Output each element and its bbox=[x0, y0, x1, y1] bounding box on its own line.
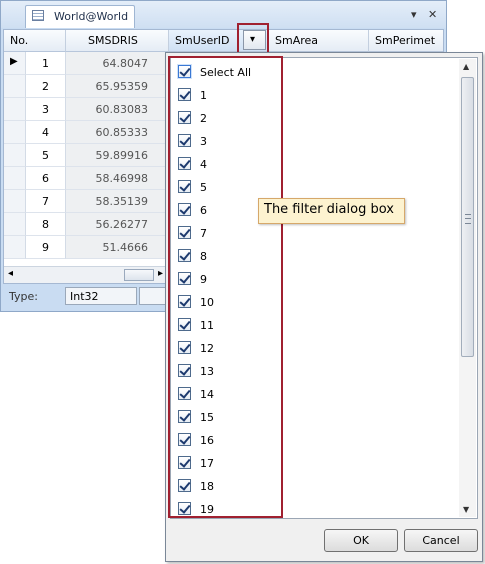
column-header-label: SmArea bbox=[275, 34, 319, 47]
cell-no[interactable]: 9 bbox=[26, 236, 66, 259]
cell-no[interactable]: 5 bbox=[26, 144, 66, 167]
scroll-down-icon[interactable]: ▼ bbox=[463, 505, 469, 514]
current-row-arrow-icon: ▶ bbox=[10, 56, 18, 67]
cell-smsdris[interactable]: 59.89916 bbox=[66, 144, 169, 167]
vertical-scroll-thumb[interactable] bbox=[461, 77, 474, 357]
filter-list-highlight bbox=[168, 56, 283, 518]
cancel-button[interactable]: Cancel bbox=[404, 529, 478, 552]
document-tab-world[interactable]: World@World bbox=[25, 5, 135, 28]
cell-smsdris[interactable]: 56.26277 bbox=[66, 213, 169, 236]
cell-smsdris[interactable]: 58.35139 bbox=[66, 190, 169, 213]
cell-smsdris[interactable]: 60.83083 bbox=[66, 98, 169, 121]
row-header[interactable] bbox=[4, 236, 26, 259]
vertical-scrollbar[interactable]: ▲ ▼ bbox=[459, 59, 476, 517]
cell-no[interactable]: 4 bbox=[26, 121, 66, 144]
cell-no[interactable]: 7 bbox=[26, 190, 66, 213]
close-icon[interactable]: ✕ bbox=[428, 8, 437, 21]
column-header-smsdris[interactable]: SMSDRIS bbox=[66, 30, 169, 52]
column-header-label: SmUserID bbox=[175, 34, 230, 47]
filter-button-highlight bbox=[237, 23, 269, 54]
horizontal-scroll-thumb[interactable] bbox=[124, 269, 154, 281]
row-header[interactable] bbox=[4, 213, 26, 236]
column-header-smperimeter[interactable]: SmPerimet bbox=[369, 30, 443, 52]
row-header[interactable] bbox=[4, 121, 26, 144]
cell-smsdris[interactable]: 58.46998 bbox=[66, 167, 169, 190]
cell-no[interactable]: 6 bbox=[26, 167, 66, 190]
column-header-label: SMSDRIS bbox=[88, 34, 138, 47]
scroll-right-icon[interactable]: ▸ bbox=[158, 268, 163, 279]
row-header[interactable] bbox=[4, 98, 26, 121]
cell-smsdris[interactable]: 51.4666 bbox=[66, 236, 169, 259]
document-tab-bar: World@World ▾ ✕ bbox=[1, 1, 446, 28]
document-tab-title: World@World bbox=[54, 10, 129, 23]
cell-smsdris[interactable]: 60.85333 bbox=[66, 121, 169, 144]
ok-button[interactable]: OK bbox=[324, 529, 398, 552]
cell-smsdris[interactable]: 64.8047 bbox=[66, 52, 169, 75]
scroll-up-icon[interactable]: ▲ bbox=[463, 62, 469, 71]
row-header[interactable] bbox=[4, 167, 26, 190]
field-type-value: Int32 bbox=[65, 287, 137, 305]
cell-smsdris[interactable]: 65.95359 bbox=[66, 75, 169, 98]
table-icon bbox=[32, 10, 44, 21]
column-header-smarea[interactable]: SmArea bbox=[269, 30, 369, 52]
cell-no[interactable]: 1 bbox=[26, 52, 66, 75]
cell-no[interactable]: 2 bbox=[26, 75, 66, 98]
horizontal-scrollbar[interactable]: ◂ ▸ bbox=[4, 266, 169, 283]
cell-no[interactable]: 3 bbox=[26, 98, 66, 121]
column-header-label: No. bbox=[10, 34, 29, 47]
row-header[interactable] bbox=[4, 144, 26, 167]
cell-no[interactable]: 8 bbox=[26, 213, 66, 236]
row-header[interactable] bbox=[4, 190, 26, 213]
scroll-grip-icon bbox=[465, 214, 471, 224]
field-type-label: Type: bbox=[9, 290, 38, 303]
window-menu-button[interactable]: ▾ bbox=[411, 8, 417, 21]
row-header[interactable] bbox=[4, 75, 26, 98]
filter-dialog-callout: The filter dialog box bbox=[258, 198, 405, 224]
scroll-left-icon[interactable]: ◂ bbox=[8, 268, 13, 279]
field-type-extra-box bbox=[139, 287, 167, 305]
row-header[interactable]: ▶ bbox=[4, 52, 26, 75]
column-header-label: SmPerimet bbox=[375, 34, 436, 47]
column-header-no[interactable]: No. bbox=[4, 30, 66, 52]
